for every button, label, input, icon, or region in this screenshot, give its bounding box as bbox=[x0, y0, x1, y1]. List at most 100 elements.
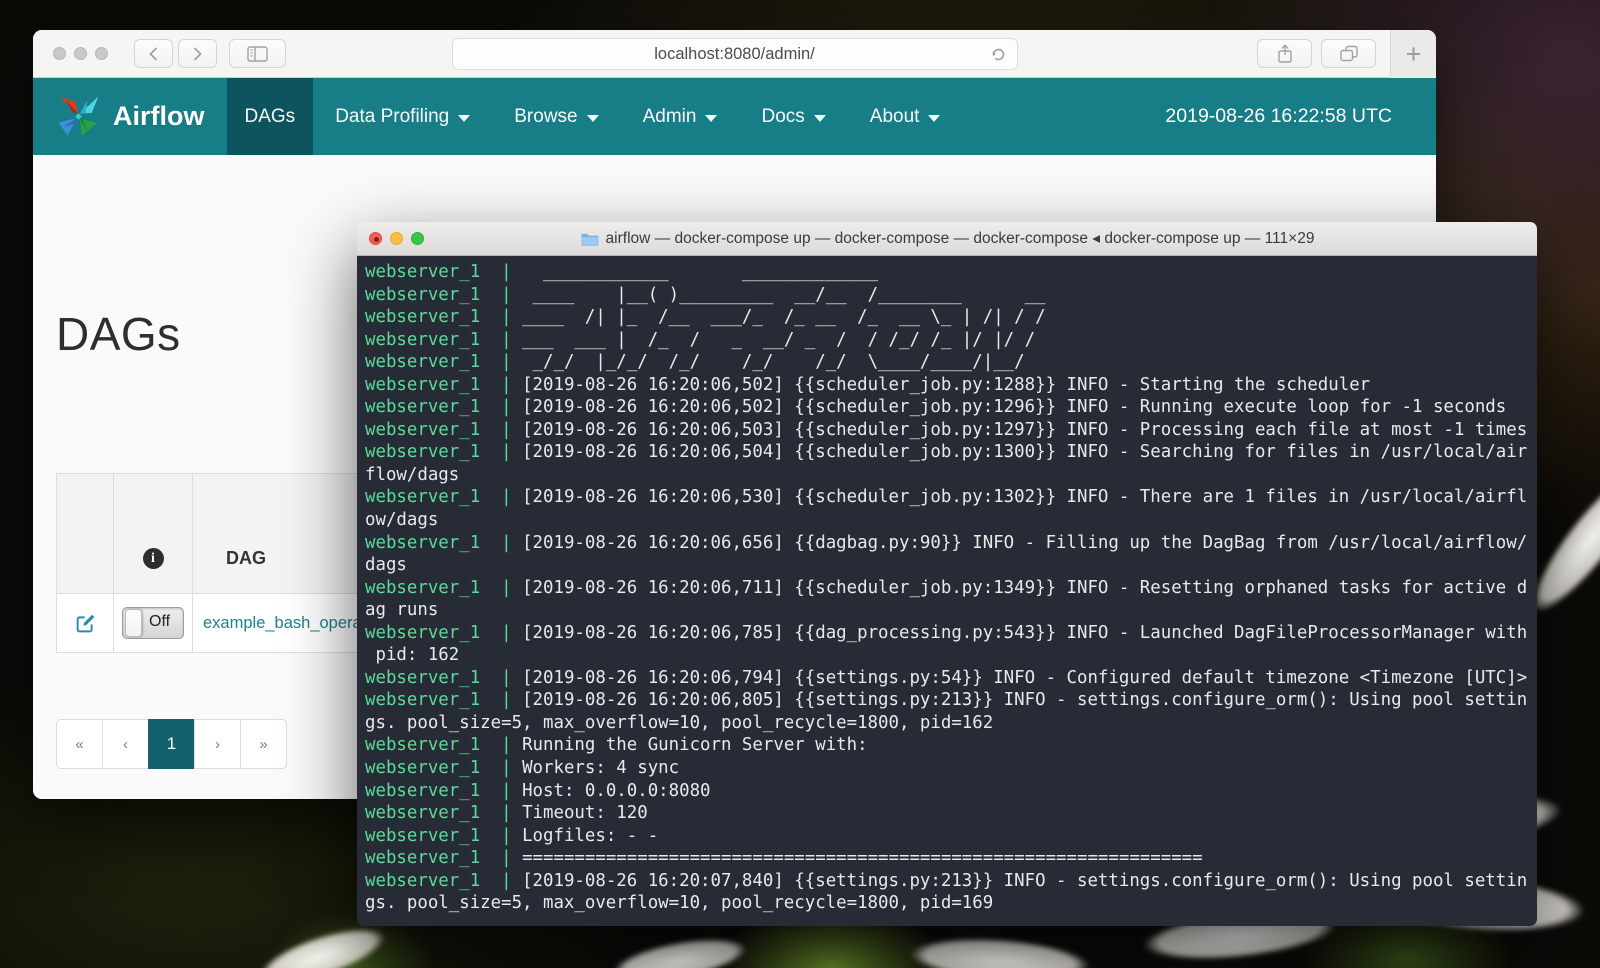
header-edit-column bbox=[57, 474, 114, 593]
terminal-log-line: webserver_1 | Host: 0.0.0.0:8080 bbox=[365, 780, 1537, 803]
terminal-title: airflow — docker-compose up — docker-com… bbox=[606, 229, 1315, 248]
url-text: localhost:8080/admin/ bbox=[654, 45, 815, 64]
terminal-output[interactable]: webserver_1 | ____________ _____________… bbox=[357, 256, 1537, 926]
log-prefix: webserver_1 | bbox=[365, 668, 522, 688]
hide-paused-dags-link[interactable]: Hide Paused DAGs bbox=[56, 797, 229, 799]
reload-icon[interactable] bbox=[989, 45, 1008, 64]
log-prefix: webserver_1 | bbox=[365, 690, 522, 710]
log-prefix: webserver_1 | bbox=[365, 533, 522, 553]
page-last-button[interactable]: » bbox=[240, 719, 287, 769]
nav-item-admin[interactable]: Admin bbox=[621, 78, 740, 155]
chevron-down-icon bbox=[814, 115, 826, 122]
terminal-log-line: webserver_1 | ___ ___ | /_ / _ __/ _ / /… bbox=[365, 329, 1537, 352]
log-text: Workers: 4 sync bbox=[522, 758, 679, 778]
minimize-window-button[interactable] bbox=[390, 232, 403, 245]
terminal-log-line: webserver_1 | Running the Gunicorn Serve… bbox=[365, 734, 1537, 757]
minimize-window-button[interactable] bbox=[74, 47, 87, 60]
new-tab-button[interactable]: + bbox=[1390, 30, 1436, 78]
terminal-log-line: dags bbox=[365, 554, 1537, 577]
log-prefix: webserver_1 | bbox=[365, 375, 522, 395]
airflow-logo-icon bbox=[55, 93, 102, 140]
terminal-log-line: webserver_1 | [2019-08-26 16:20:06,805] … bbox=[365, 689, 1537, 712]
log-prefix: webserver_1 | bbox=[365, 262, 522, 282]
terminal-log-line: webserver_1 | ____ |__( )_________ __/__… bbox=[365, 284, 1537, 307]
nav-item-docs[interactable]: Docs bbox=[739, 78, 847, 155]
log-text: ___ ___ | /_ / _ __/ _ / / /_/ /_ |/ |/ … bbox=[522, 330, 1035, 350]
edit-dag-icon[interactable] bbox=[75, 613, 96, 634]
page-first-button[interactable]: « bbox=[56, 719, 103, 769]
log-text: Running the Gunicorn Server with: bbox=[522, 735, 868, 755]
log-prefix: webserver_1 | bbox=[365, 420, 522, 440]
chevron-down-icon bbox=[705, 115, 717, 122]
forward-button[interactable] bbox=[178, 39, 217, 68]
log-text: _/_/ |_/_/ /_/ /_/ /_/ \____/____/|__/ bbox=[522, 352, 1025, 372]
close-window-button[interactable] bbox=[369, 232, 382, 245]
log-text: ag runs bbox=[365, 600, 438, 620]
nav-item-about[interactable]: About bbox=[848, 78, 963, 155]
log-text: flow/dags bbox=[365, 465, 459, 485]
close-window-button[interactable] bbox=[53, 47, 66, 60]
dag-pause-toggle[interactable]: Off bbox=[122, 607, 184, 639]
log-prefix: webserver_1 | bbox=[365, 397, 522, 417]
terminal-log-line: ag runs bbox=[365, 599, 1537, 622]
header-info-column: i bbox=[114, 474, 193, 593]
nav-item-label: Docs bbox=[761, 106, 804, 128]
desktop: localhost:8080/admin/ bbox=[0, 0, 1600, 968]
pagination: «‹1›» bbox=[56, 719, 287, 769]
edit-dag-cell bbox=[57, 594, 114, 652]
airflow-brand[interactable]: Airflow bbox=[55, 78, 205, 155]
terminal-log-line: webserver_1 | [2019-08-26 16:20:06,502] … bbox=[365, 396, 1537, 419]
dag-link[interactable]: example_bash_operator bbox=[193, 614, 381, 633]
log-prefix: webserver_1 | bbox=[365, 781, 522, 801]
back-button[interactable] bbox=[134, 39, 173, 68]
nav-item-data-profiling[interactable]: Data Profiling bbox=[313, 78, 492, 155]
tab-overview-button[interactable] bbox=[1321, 39, 1376, 68]
log-text: [2019-08-26 16:20:06,805] {{settings.py:… bbox=[522, 690, 1527, 710]
terminal-window: airflow — docker-compose up — docker-com… bbox=[357, 222, 1537, 926]
sidebar-button[interactable] bbox=[229, 39, 286, 68]
terminal-log-line: webserver_1 | [2019-08-26 16:20:06,502] … bbox=[365, 374, 1537, 397]
terminal-log-line: gs. pool_size=5, max_overflow=10, pool_r… bbox=[365, 892, 1537, 915]
log-text: [2019-08-26 16:20:06,711] {{scheduler_jo… bbox=[522, 578, 1527, 598]
terminal-window-controls bbox=[369, 232, 424, 245]
log-text: [2019-08-26 16:20:06,794] {{settings.py:… bbox=[522, 668, 1527, 688]
zoom-window-button[interactable] bbox=[95, 47, 108, 60]
log-prefix: webserver_1 | bbox=[365, 735, 522, 755]
nav-item-browse[interactable]: Browse bbox=[492, 78, 620, 155]
chevron-down-icon bbox=[928, 115, 940, 122]
log-prefix: webserver_1 | bbox=[365, 826, 522, 846]
nav-item-label: About bbox=[870, 106, 920, 128]
page-prev-button[interactable]: ‹ bbox=[102, 719, 149, 769]
share-button[interactable] bbox=[1257, 39, 1312, 68]
info-icon[interactable]: i bbox=[143, 548, 164, 569]
terminal-log-line: webserver_1 | Workers: 4 sync bbox=[365, 757, 1537, 780]
log-text: Timeout: 120 bbox=[522, 803, 648, 823]
log-text: [2019-08-26 16:20:06,530] {{scheduler_jo… bbox=[522, 487, 1527, 507]
terminal-log-line: webserver_1 | ____ /| |_ /__ ___/_ /_ __… bbox=[365, 306, 1537, 329]
terminal-log-line: webserver_1 | [2019-08-26 16:20:06,656] … bbox=[365, 532, 1537, 555]
log-text: [2019-08-26 16:20:06,656] {{dagbag.py:90… bbox=[522, 533, 1527, 553]
terminal-log-line: webserver_1 | [2019-08-26 16:20:06,785] … bbox=[365, 622, 1537, 645]
terminal-log-line: flow/dags bbox=[365, 464, 1537, 487]
nav-item-dags[interactable]: DAGs bbox=[227, 78, 314, 155]
zoom-window-button[interactable] bbox=[411, 232, 424, 245]
page-title: DAGs bbox=[56, 307, 181, 361]
log-text: ____ /| |_ /__ ___/_ /_ __ /_ __ \_ | /|… bbox=[522, 307, 1046, 327]
page-next-button[interactable]: › bbox=[194, 719, 241, 769]
log-prefix: webserver_1 | bbox=[365, 442, 522, 462]
terminal-log-line: webserver_1 | [2019-08-26 16:20:06,503] … bbox=[365, 419, 1537, 442]
log-text: ========================================… bbox=[522, 848, 1203, 868]
page-1-button[interactable]: 1 bbox=[148, 719, 195, 769]
chevron-down-icon bbox=[587, 115, 599, 122]
log-text: gs. pool_size=5, max_overflow=10, pool_r… bbox=[365, 893, 993, 913]
window-controls bbox=[53, 47, 108, 60]
terminal-log-line: pid: 162 bbox=[365, 644, 1537, 667]
log-prefix: webserver_1 | bbox=[365, 803, 522, 823]
log-prefix: webserver_1 | bbox=[365, 871, 522, 891]
address-bar[interactable]: localhost:8080/admin/ bbox=[452, 38, 1018, 70]
log-text: [2019-08-26 16:20:06,502] {{scheduler_jo… bbox=[522, 375, 1370, 395]
sidebar-icon bbox=[247, 46, 268, 62]
log-prefix: webserver_1 | bbox=[365, 307, 522, 327]
terminal-log-line: webserver_1 | [2019-08-26 16:20:07,840] … bbox=[365, 870, 1537, 893]
terminal-log-line: webserver_1 | ==========================… bbox=[365, 847, 1537, 870]
